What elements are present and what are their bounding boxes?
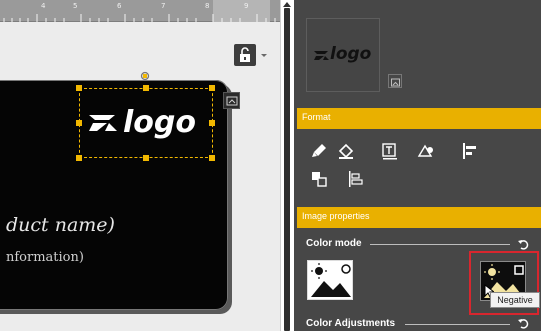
scrollbar-thumb[interactable]: [284, 8, 290, 331]
fill-icon: [338, 143, 354, 159]
shape-button[interactable]: [416, 141, 436, 161]
frame-icon: [226, 96, 238, 106]
canvas-area[interactable]: duct name) nformation) logo: [0, 0, 280, 331]
text-icon: [382, 143, 397, 160]
resize-handle-bl[interactable]: [76, 155, 82, 161]
align-left-icon: [463, 143, 476, 159]
ruler-label: 8: [205, 2, 210, 10]
shape-icon: [417, 144, 433, 157]
format-label: Format: [302, 112, 331, 122]
color-adjustments-label: Color Adjustments: [306, 318, 396, 329]
chevron-down-icon[interactable]: [260, 49, 268, 61]
arrange-icon: [312, 172, 327, 187]
color-mode-divider: [370, 244, 510, 245]
resize-handle-l[interactable]: [76, 120, 82, 126]
frame-button[interactable]: [223, 92, 240, 109]
ruler-label: 9: [244, 2, 249, 10]
frame-icon: [391, 78, 400, 87]
format-section-header[interactable]: Format: [297, 108, 541, 129]
ruler-label: 5: [73, 2, 78, 10]
thumbnail-frame-button[interactable]: [388, 74, 402, 88]
reset-icon[interactable]: [517, 317, 529, 329]
lock-button[interactable]: [234, 44, 256, 66]
rotate-icon[interactable]: [140, 71, 150, 81]
image-icon: [311, 263, 351, 297]
ruler-ticks: [3, 14, 276, 22]
ruler-label: 6: [117, 2, 122, 10]
thumbnail-logo-text: logo: [330, 44, 372, 64]
resize-handle-br[interactable]: [209, 155, 215, 161]
selection-box[interactable]: [79, 88, 213, 158]
resize-handle-tr[interactable]: [209, 85, 215, 91]
resize-handle-tl[interactable]: [76, 85, 82, 91]
scroll-up-icon[interactable]: [283, 1, 291, 7]
ruler-label: 7: [161, 2, 166, 10]
reset-icon[interactable]: [517, 238, 529, 250]
color-adjustments-divider: [405, 324, 510, 325]
lock-icon: [240, 47, 250, 62]
distribute-icon: [349, 171, 363, 187]
text-frame-button[interactable]: [380, 141, 400, 161]
fill-button[interactable]: [336, 141, 356, 161]
ruler-label: 4: [41, 2, 46, 10]
distribute-button[interactable]: [346, 169, 366, 189]
information-text[interactable]: nformation): [6, 250, 84, 265]
brush-button[interactable]: [309, 141, 329, 161]
resize-handle-t[interactable]: [143, 85, 149, 91]
image-properties-label: Image properties: [302, 211, 370, 221]
resize-handle-r[interactable]: [209, 120, 215, 126]
negative-tooltip: Negative: [490, 292, 540, 308]
arrange-button[interactable]: [309, 169, 329, 189]
color-mode-label: Color mode: [306, 238, 362, 249]
product-name-text[interactable]: duct name): [6, 214, 115, 236]
brush-icon: [312, 144, 326, 157]
image-properties-section-header[interactable]: Image properties: [297, 207, 541, 228]
resize-handle-b[interactable]: [143, 155, 149, 161]
align-left-button[interactable]: [460, 141, 480, 161]
color-mode-normal[interactable]: [307, 260, 353, 300]
